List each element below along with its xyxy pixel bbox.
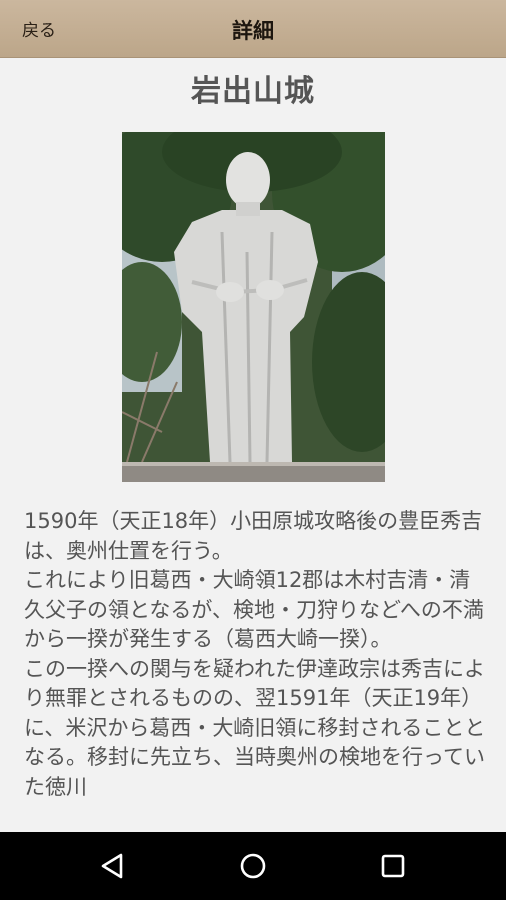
description-paragraph: 1590年（天正18年）小田原城攻略後の豊臣秀吉は、奥州仕置を行う。 xyxy=(24,509,483,563)
app-title: 詳細 xyxy=(232,19,274,43)
back-nav-button[interactable] xyxy=(96,849,130,883)
description: 1590年（天正18年）小田原城攻略後の豊臣秀吉は、奥州仕置を行う。 これにより… xyxy=(24,507,490,802)
circle-home-icon xyxy=(240,853,266,879)
system-navigation-bar xyxy=(0,832,506,900)
recents-nav-button[interactable] xyxy=(376,849,410,883)
description-paragraph: この一揆への関与を疑われた伊達政宗は秀吉により無罪とされるものの、翌1591年（… xyxy=(24,656,486,799)
statue-illustration xyxy=(122,132,385,482)
triangle-back-icon xyxy=(101,853,123,879)
home-nav-button[interactable] xyxy=(236,849,270,883)
page-title: 岩出山城 xyxy=(191,74,315,109)
description-paragraph: これにより旧葛西・大崎領12郡は木村吉清・清久父子の領となるが、検地・刀狩りなど… xyxy=(24,568,484,651)
detail-content[interactable]: 岩出山城 1590年（天正18年）小田原城攻略後の豊臣秀吉は、奥州仕置を行う。 … xyxy=(0,58,506,832)
square-recents-icon xyxy=(381,854,405,878)
app-bar: 戻る 詳細 xyxy=(0,0,506,58)
statue-photo xyxy=(122,132,385,482)
